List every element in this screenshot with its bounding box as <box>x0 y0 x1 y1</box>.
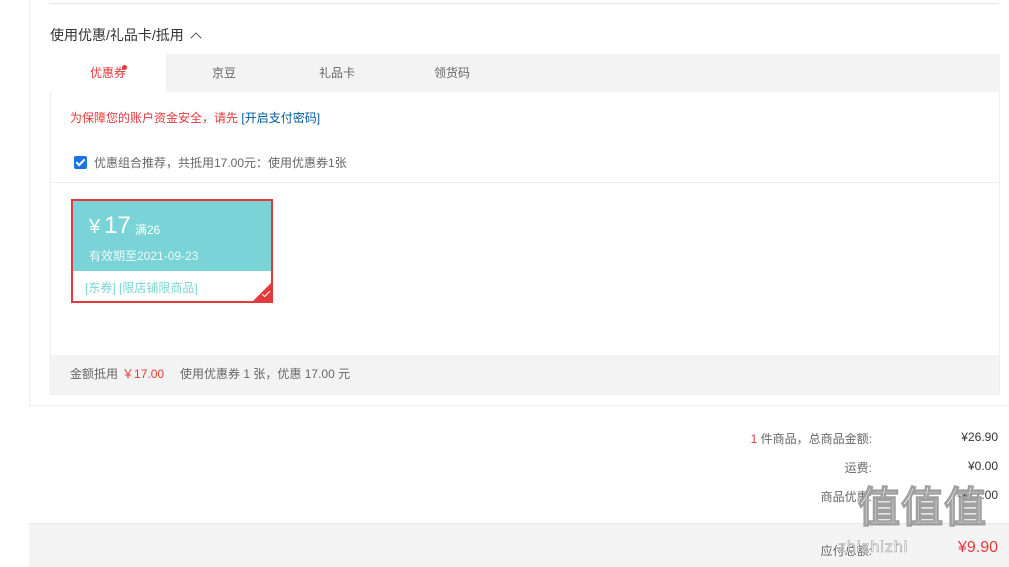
deduct-label: 金额抵用 <box>70 367 119 381</box>
security-note: 为保障您的账户资金安全，请先 [开启支付密码] <box>70 109 320 126</box>
watermark-text: zhizhizhi <box>838 539 909 557</box>
top-divider <box>49 3 999 4</box>
combo-recommend-label: 优惠组合推荐，共抵用17.00元：使用优惠券1张 <box>94 156 347 170</box>
coupon-amount: ¥17 满26 <box>89 211 271 244</box>
watermark-logo: 值值值 <box>857 483 988 531</box>
combo-recommend-checkbox[interactable] <box>74 156 87 169</box>
tab-coupons[interactable]: 优惠券 <box>50 54 166 92</box>
discount-section-toggle[interactable]: 使用优惠/礼品卡/抵用 <box>50 25 202 45</box>
shipping-value: ¥0.00 <box>967 459 998 473</box>
enable-pay-password-link[interactable]: [开启支付密码] <box>241 111 320 125</box>
section-title: 使用优惠/礼品卡/抵用 <box>50 27 184 43</box>
goods-total-value: ¥26.90 <box>961 430 998 444</box>
goods-discount-label: 商品优惠: <box>820 490 872 504</box>
coupon-header: ¥17 满26 有效期至2021-09-23 <box>73 201 271 271</box>
coupon-tags: [东券] [限店铺限商品] <box>85 281 198 295</box>
combo-recommend-row: 优惠组合推荐，共抵用17.00元：使用优惠券1张 <box>74 154 347 171</box>
coupon-currency: ¥ <box>89 216 101 238</box>
tab-label: 京豆 <box>211 66 236 80</box>
section-divider <box>51 182 999 183</box>
coupon-expiry: 有效期至2021-09-23 <box>89 249 199 263</box>
new-dot-badge <box>122 65 127 70</box>
tab-bar: 优惠券 京豆 礼品卡 领货码 <box>50 54 1000 92</box>
security-text: 为保障您的账户资金安全，请先 <box>70 111 239 125</box>
shipping-label: 运费: <box>844 461 872 475</box>
tab-redeem-code[interactable]: 领货码 <box>394 54 510 92</box>
goods-total-label: 1 件商品，总商品金额: <box>750 432 872 446</box>
tab-jingdou[interactable]: 京豆 <box>166 54 282 92</box>
coupon-value: 17 <box>104 212 131 239</box>
coupon-card[interactable]: ¥17 满26 有效期至2021-09-23 [东券] [限店铺限商品] <box>71 199 273 303</box>
tab-label: 优惠券 <box>89 66 126 80</box>
chevron-up-icon <box>190 32 202 44</box>
tab-gift-card[interactable]: 礼品卡 <box>279 54 395 92</box>
deduct-amount: ￥17.00 <box>122 367 165 381</box>
tab-label: 领货码 <box>433 66 470 80</box>
tab-label: 礼品卡 <box>318 66 355 80</box>
deduct-detail: 使用优惠券 1 张，优惠 17.00 元 <box>180 367 351 381</box>
coupon-condition: 满26 <box>134 223 161 237</box>
deduction-summary-bar: 金额抵用 ￥17.00 使用优惠券 1 张，优惠 17.00 元 <box>51 355 999 394</box>
